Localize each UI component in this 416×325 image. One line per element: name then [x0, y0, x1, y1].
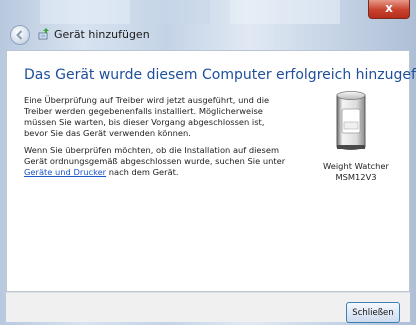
device-name: Weight Watcher MSM12V3: [313, 161, 399, 183]
content-pane: Das Gerät wurde diesem Computer erfolgre…: [6, 50, 416, 292]
devices-and-printers-link[interactable]: Geräte und Drucker: [24, 167, 106, 177]
dialog-footer: Schließen: [6, 292, 410, 323]
titlebar-background-left: [40, 0, 130, 24]
device-icon: [336, 91, 366, 150]
dialog-window: x Gerät hinzufügen Das Gerät wurde diese…: [0, 0, 416, 325]
titlebar-background-mid: [150, 0, 210, 24]
back-button[interactable]: [10, 25, 30, 45]
close-dialog-button[interactable]: Schließen: [346, 302, 400, 323]
titlebar-background-right: [230, 0, 340, 24]
verify-info-suffix: nach dem Gerät.: [106, 167, 179, 177]
verify-info-text: Wenn Sie überprüfen möchten, ob die Inst…: [24, 145, 287, 178]
window-title: Gerät hinzufügen: [54, 28, 150, 41]
close-icon: x: [385, 1, 393, 15]
page-title: Das Gerät wurde diesem Computer erfolgre…: [24, 67, 416, 83]
device-name-line1: Weight Watcher: [323, 161, 389, 171]
verify-info-prefix: Wenn Sie überprüfen möchten, ob die Inst…: [24, 145, 286, 166]
add-device-icon: [38, 28, 49, 40]
device-name-line2: MSM12V3: [335, 172, 377, 182]
back-arrow-icon: [16, 30, 23, 40]
window-close-button[interactable]: x: [368, 0, 410, 19]
driver-info-text: Eine Überprüfung auf Treiber wird jetzt …: [24, 95, 270, 138]
titlebar: Gerät hinzufügen: [0, 22, 416, 48]
